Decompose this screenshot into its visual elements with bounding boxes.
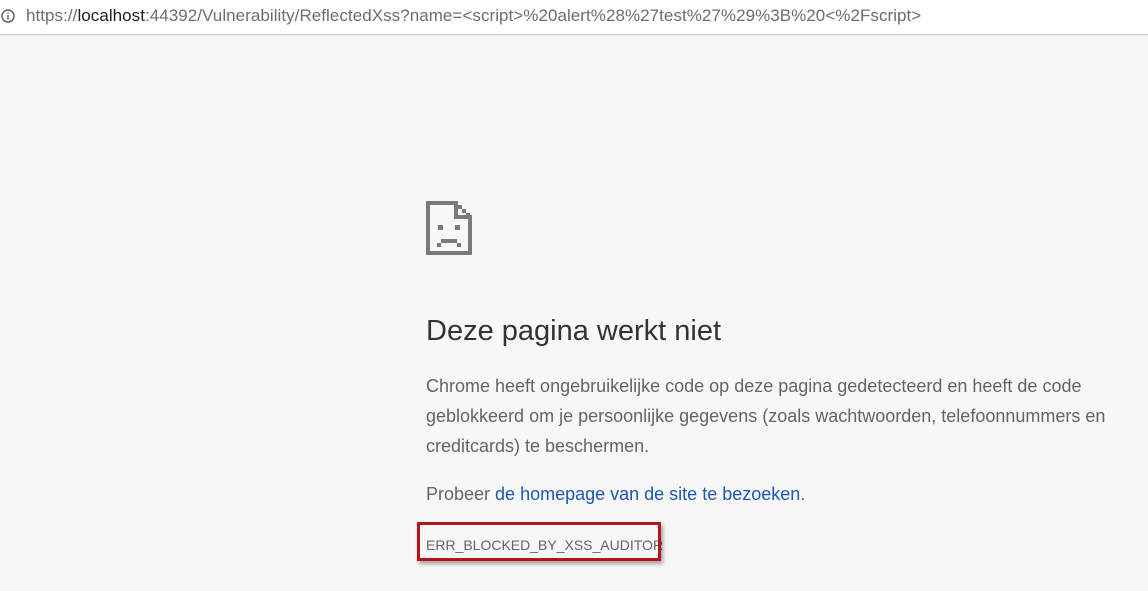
error-description: Chrome heeft ongebruikelijke code op dez… (426, 376, 1106, 456)
url-text[interactable]: https://localhost:44392/Vulnerability/Re… (26, 6, 921, 26)
page-title: Deze pagina werkt niet (426, 315, 721, 347)
error-code-highlight (417, 522, 661, 561)
suggestion-suffix: . (800, 484, 806, 504)
suggestion-prefix: Probeer (426, 484, 496, 504)
url-host: localhost (77, 6, 145, 25)
suggestion-text: Probeer de homepage van de site te bezoe… (426, 481, 805, 507)
address-bar[interactable]: https://localhost:44392/Vulnerability/Re… (0, 0, 1148, 35)
url-path: :44392/Vulnerability/ReflectedXss?name=<… (144, 6, 922, 25)
homepage-link[interactable]: de homepage van de site te bezoeken (495, 484, 800, 504)
info-icon[interactable] (1, 9, 15, 23)
url-scheme: https:// (26, 6, 78, 25)
sad-page-icon (426, 201, 472, 255)
